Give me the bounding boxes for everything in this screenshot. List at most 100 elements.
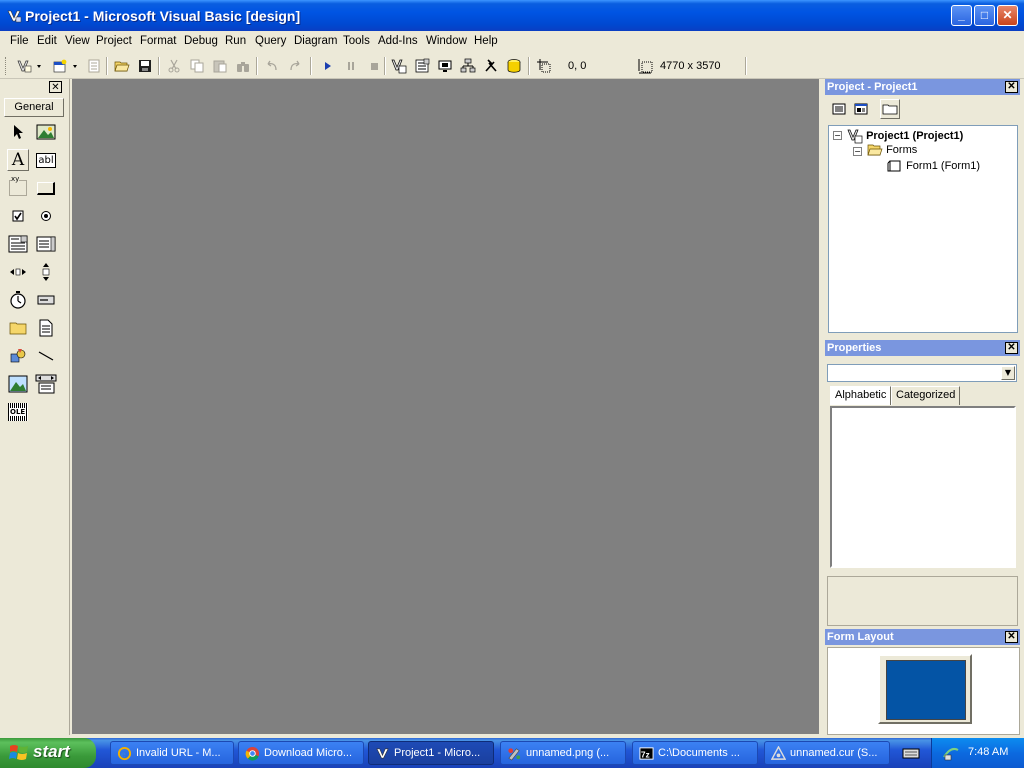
form-layout-title[interactable]: Form Layout ✕ — [825, 629, 1020, 645]
redo-button[interactable] — [285, 56, 305, 76]
ole-icon: OLE — [8, 403, 28, 421]
menu-format[interactable]: Format — [140, 35, 176, 47]
commandbutton-tool[interactable] — [35, 177, 57, 199]
tree-item-project[interactable]: Project1 (Project1) — [847, 128, 963, 144]
menu-view[interactable]: View — [65, 35, 90, 47]
frame-glyph: xy — [11, 175, 20, 183]
toggle-folders-button[interactable] — [880, 99, 900, 119]
tab-categorized[interactable]: Categorized — [891, 386, 961, 405]
clock[interactable]: 7:48 AM — [968, 746, 1008, 758]
break-button[interactable] — [341, 56, 361, 76]
checkbox-tool[interactable] — [7, 205, 29, 227]
project-explorer-button[interactable] — [389, 56, 409, 76]
toolbox-close-button[interactable]: ✕ — [49, 81, 62, 93]
menu-add-ins[interactable]: Add-Ins — [378, 35, 418, 47]
tab-alphabetic[interactable]: Alphabetic — [830, 386, 892, 405]
view-code-button[interactable] — [829, 99, 849, 119]
object-browser-button[interactable] — [458, 56, 478, 76]
menu-window[interactable]: Window — [426, 35, 467, 47]
copy-button[interactable] — [187, 56, 207, 76]
menu-help[interactable]: Help — [474, 35, 498, 47]
menu-run[interactable]: Run — [225, 35, 246, 47]
properties-window-button[interactable] — [412, 56, 432, 76]
title-bar[interactable]: Project1 - Microsoft Visual Basic [desig… — [0, 0, 1024, 31]
open-project-button[interactable] — [112, 56, 132, 76]
forms-collapse-toggle[interactable]: − — [853, 147, 862, 156]
toolbox-button[interactable] — [481, 56, 501, 76]
start-button[interactable] — [318, 56, 338, 76]
maximize-button[interactable]: □ — [974, 5, 995, 26]
optionbutton-tool[interactable] — [35, 205, 57, 227]
toolbox-tab-general[interactable]: General — [4, 98, 64, 117]
end-button[interactable] — [364, 56, 384, 76]
save-project-button[interactable] — [135, 56, 155, 76]
property-grid[interactable] — [830, 406, 1016, 568]
menu-editor-button[interactable] — [84, 56, 104, 76]
paste-button[interactable] — [210, 56, 230, 76]
network-tray-icon[interactable] — [942, 744, 960, 762]
image-tool[interactable] — [7, 373, 29, 395]
tree-item-forms[interactable]: Forms — [867, 143, 917, 157]
tree-item-form1[interactable]: Form1 (Form1) — [887, 159, 980, 173]
menu-tools[interactable]: Tools — [343, 35, 370, 47]
menu-query[interactable]: Query — [255, 35, 286, 47]
form-layout-close-button[interactable]: ✕ — [1005, 631, 1018, 643]
menu-file[interactable]: File — [10, 35, 29, 47]
combobox-tool[interactable] — [7, 233, 29, 255]
filelistbox-tool[interactable] — [35, 317, 57, 339]
label-tool[interactable]: A — [7, 149, 29, 171]
ole-tool[interactable]: OLE — [7, 401, 29, 423]
dirlistbox-tool[interactable] — [7, 317, 29, 339]
combobox-icon — [8, 235, 28, 253]
properties-close-button[interactable]: ✕ — [1005, 342, 1018, 354]
picturebox-tool[interactable] — [35, 121, 57, 143]
taskbar-item-project1[interactable]: Project1 - Micro... — [368, 741, 494, 765]
close-button[interactable]: ✕ — [997, 5, 1018, 26]
menu-project[interactable]: Project — [96, 35, 132, 47]
menu-debug[interactable]: Debug — [184, 35, 218, 47]
find-button[interactable] — [233, 56, 253, 76]
project-explorer-close-button[interactable]: ✕ — [1005, 81, 1018, 93]
project-collapse-toggle[interactable]: − — [833, 131, 842, 140]
hscrollbar-tool[interactable] — [7, 261, 29, 283]
keyboard-tray-button[interactable] — [900, 744, 922, 762]
chevron-down-icon[interactable]: ▼ — [1001, 366, 1015, 380]
shape-tool[interactable] — [7, 345, 29, 367]
monitor-screen[interactable] — [886, 660, 966, 720]
frame-tool[interactable]: xy — [7, 175, 29, 199]
project-explorer-title[interactable]: Project - Project1 ✕ — [825, 79, 1020, 95]
taskbar-item-unnamed-png[interactable]: unnamed.png (... — [500, 741, 626, 765]
menu-diagram[interactable]: Diagram — [294, 35, 337, 47]
add-form-button[interactable] — [50, 56, 82, 76]
start-button[interactable]: start — [0, 738, 96, 768]
object-selector-combo[interactable]: ▼ — [827, 364, 1017, 382]
maximize-icon: □ — [980, 8, 989, 22]
timer-tool[interactable] — [7, 289, 29, 311]
toolbar-grip[interactable] — [5, 57, 8, 75]
textbox-tool[interactable]: abl — [35, 149, 57, 171]
view-object-button[interactable] — [851, 99, 871, 119]
minimize-button[interactable]: _ — [951, 5, 972, 26]
cut-button[interactable] — [164, 56, 184, 76]
taskbar-item-documents[interactable]: 7z C:\Documents ... — [632, 741, 758, 765]
listbox-tool[interactable] — [35, 233, 57, 255]
pointer-tool[interactable] — [7, 121, 29, 143]
data-tool[interactable] — [35, 373, 57, 395]
add-project-button[interactable] — [14, 56, 46, 76]
line-tool[interactable] — [35, 345, 57, 367]
drivelistbox-tool[interactable] — [35, 289, 57, 311]
svg-text:7z: 7z — [641, 749, 650, 759]
data-view-button[interactable] — [504, 56, 524, 76]
vb-icon — [376, 748, 389, 759]
taskbar-item-download[interactable]: Download Micro... — [238, 741, 364, 765]
taskbar-item-invalid-url[interactable]: e Invalid URL - M... — [110, 741, 234, 765]
mdi-workspace[interactable] — [72, 79, 819, 734]
properties-title[interactable]: Properties ✕ — [825, 340, 1020, 356]
chrome-icon — [245, 746, 260, 761]
vscrollbar-tool[interactable] — [35, 261, 57, 283]
undo-button[interactable] — [262, 56, 282, 76]
form-layout-button[interactable] — [435, 56, 455, 76]
taskbar-item-unnamed-cur[interactable]: unnamed.cur (S... — [764, 741, 890, 765]
open-folder-icon — [114, 61, 130, 72]
menu-edit[interactable]: Edit — [37, 35, 57, 47]
